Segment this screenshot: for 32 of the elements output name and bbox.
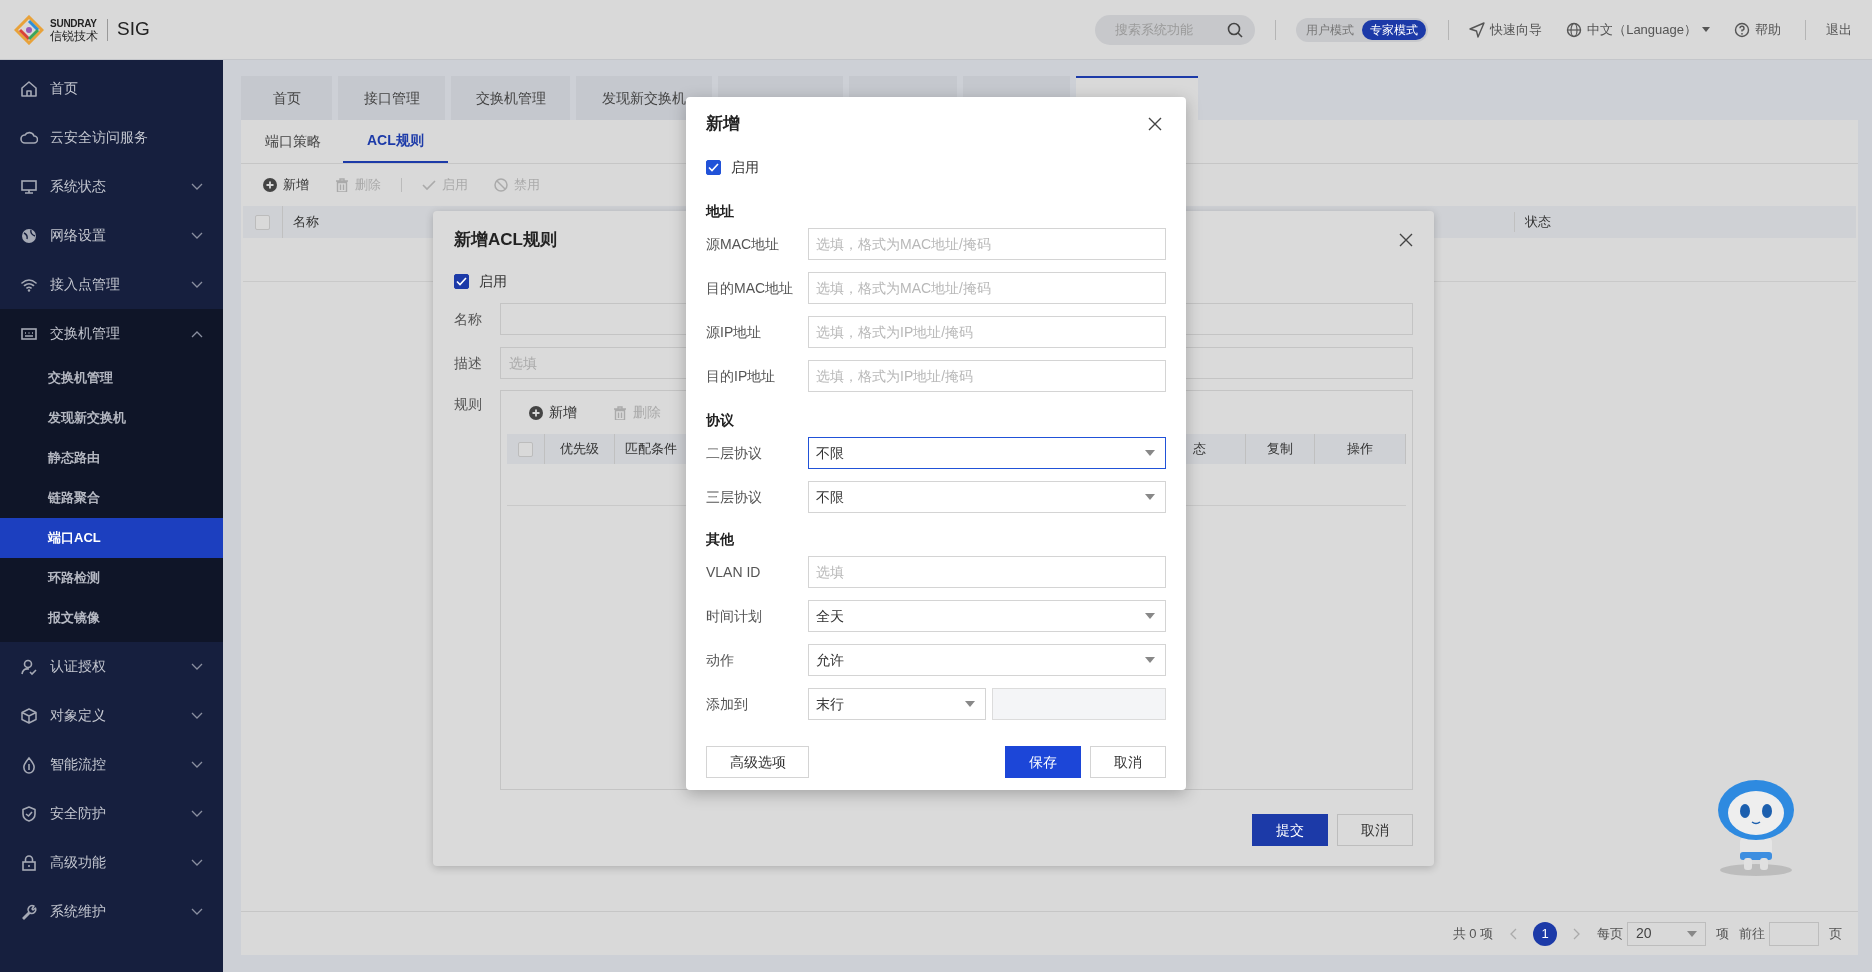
product-name: SIG — [117, 17, 150, 42]
field-label: 二层协议 — [706, 443, 763, 463]
field-label: 规则 — [454, 395, 483, 414]
field-label: 目的IP地址 — [706, 366, 777, 386]
section-heading: 地址 — [706, 202, 735, 221]
column-header: 复制 — [1246, 434, 1315, 464]
goto-label: 前往 — [1739, 924, 1765, 943]
per-page-label: 每页 — [1597, 924, 1623, 943]
brand-name: SUNDRAY — [50, 16, 98, 30]
column-header: 优先级 — [545, 434, 615, 464]
brand-name: 信锐技术 — [50, 29, 98, 43]
field-label: 三层协议 — [706, 487, 763, 507]
goto-unit: 页 — [1829, 924, 1842, 943]
field-label: 描述 — [454, 353, 483, 373]
field-label: VLAN ID — [706, 562, 762, 582]
field-label: 添加到 — [706, 694, 749, 714]
column-header: 名称 — [292, 213, 320, 232]
field-label: 动作 — [706, 650, 735, 670]
item-count: 共 0 项 — [1452, 924, 1493, 943]
column-header: 操作 — [1315, 434, 1406, 464]
checkbox-label: 启用 — [479, 271, 507, 291]
section-heading: 协议 — [706, 411, 735, 430]
field-label: 源IP地址 — [706, 322, 763, 342]
field-label: 目的MAC地址 — [706, 278, 795, 298]
section-heading: 其他 — [706, 530, 735, 549]
dialog-title: 新增ACL规则 — [454, 229, 557, 252]
field-label: 时间计划 — [706, 606, 763, 626]
field-label: 源MAC地址 — [706, 234, 781, 254]
column-header: 状态 — [1514, 212, 1551, 232]
per-page-unit: 项 — [1716, 924, 1729, 943]
checkbox-label: 启用 — [731, 157, 759, 177]
field-label: 名称 — [454, 309, 483, 329]
